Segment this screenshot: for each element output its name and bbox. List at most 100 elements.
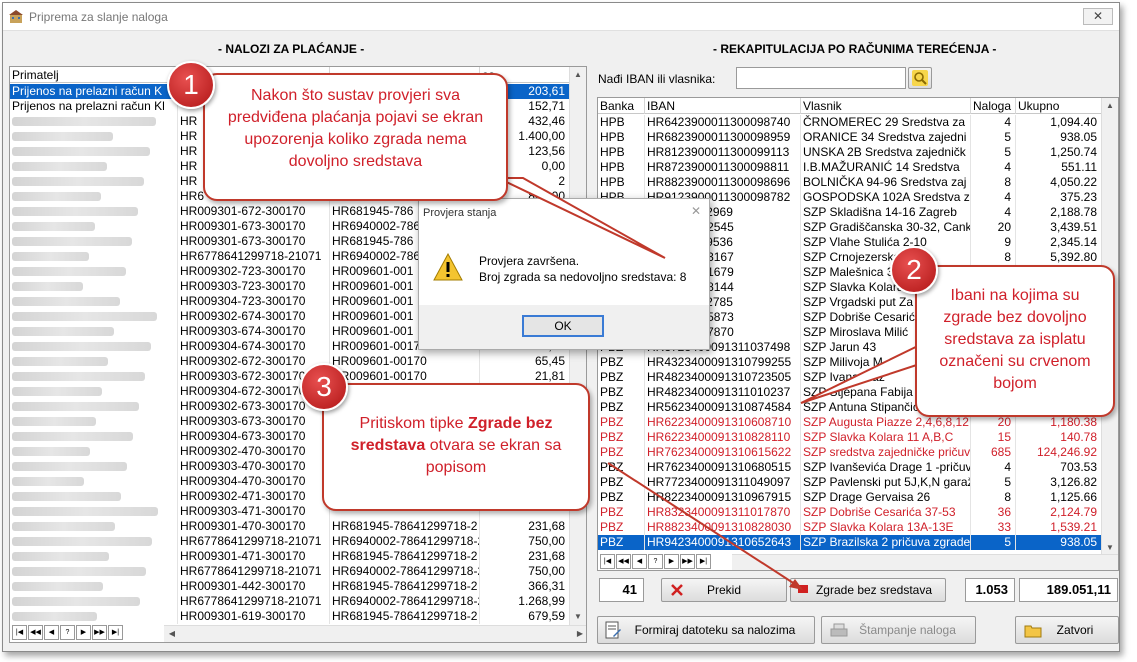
main-window: Priprema za slanje naloga ✕ - NALOZI ZA … <box>2 2 1120 652</box>
cell-iznos: 366,31 <box>480 579 570 594</box>
cell-iznos: 1.268,99 <box>480 594 570 609</box>
search-button[interactable] <box>908 67 932 89</box>
redacted-text <box>12 312 157 321</box>
nav-button[interactable]: ▶▶ <box>680 554 695 569</box>
scroll-left-icon[interactable]: ◀ <box>164 626 180 642</box>
table-row[interactable]: HR6778641299718-21071 HR6940002-786412997… <box>10 594 570 609</box>
cell-primatelj <box>10 204 178 219</box>
table-row[interactable]: PBZ HR8323400091311017870 SZP Dobriše Cesa… <box>598 505 1102 520</box>
redacted-text <box>12 462 127 471</box>
nav-button[interactable]: ? <box>648 554 663 569</box>
nav-button[interactable]: ▶ <box>664 554 679 569</box>
table-row[interactable]: HPB HR6423900011300098740 ČRNOMEREC 29 Sre… <box>598 115 1102 130</box>
zatvori-button[interactable]: Zatvori <box>1015 616 1119 644</box>
cell-naloga: 20 <box>971 415 1016 430</box>
scroll-right-icon[interactable]: ▶ <box>572 626 586 642</box>
cell-naloga: 5 <box>971 475 1016 490</box>
table-row[interactable]: PBZ HR7623400091310680515 SZP Ivanševića D… <box>598 460 1102 475</box>
dialog-line2: Broj zgrada sa nedovoljno sredstava: 8 <box>479 270 687 284</box>
col-ukupno[interactable]: Ukupno <box>1016 98 1102 114</box>
col-naloga[interactable]: Naloga <box>971 98 1016 114</box>
nav-button[interactable]: ▶| <box>108 625 123 640</box>
cell-primatelj <box>10 444 178 459</box>
nav-button[interactable]: ▶ <box>76 625 91 640</box>
prekid-button[interactable]: Prekid <box>661 578 787 602</box>
redacted-text <box>12 267 126 276</box>
redacted-text <box>12 177 144 186</box>
nav-button[interactable]: ? <box>60 625 75 640</box>
table-row[interactable]: PBZ HR7623400091310615622 SZP sredstva zaj… <box>598 445 1102 460</box>
cell-primatelj <box>10 549 178 564</box>
cell-ukupno: 1,180.38 <box>1016 415 1102 430</box>
table-row[interactable]: HPB HR8823900011300098696 BOLNIČKA 94-96 S… <box>598 175 1102 190</box>
table-row[interactable]: PBZ HR6223400091310828110 SZP Slavka Kolar… <box>598 430 1102 445</box>
dialog-close-icon[interactable]: ✕ <box>691 204 701 218</box>
ok-button[interactable]: OK <box>522 315 604 337</box>
nav-button[interactable]: ◀◀ <box>616 554 631 569</box>
nav-button[interactable]: ◀ <box>44 625 59 640</box>
table-row[interactable]: HR009302-672-300170 HR009601-00170 65,45 <box>10 354 570 369</box>
iban-search-input[interactable] <box>736 67 906 89</box>
cell-primatelj <box>10 609 178 624</box>
cell-iban: HR009601-00170 <box>330 369 480 384</box>
nav-button[interactable]: |◀ <box>600 554 615 569</box>
scroll-up-icon[interactable]: ▲ <box>570 67 586 83</box>
table-row[interactable]: HR6778641299718-21071 HR6940002-786412997… <box>10 534 570 549</box>
table-row[interactable]: HR6778641299718-21071 HR6940002-786412997… <box>10 564 570 579</box>
nav-button[interactable]: ◀◀ <box>28 625 43 640</box>
col-banka[interactable]: Banka <box>598 98 645 114</box>
cell-acc: HR009302-470-300170 <box>178 444 330 459</box>
scroll-up-icon[interactable]: ▲ <box>1102 98 1118 114</box>
accounts-horizontal-scrollbar[interactable] <box>732 554 1118 570</box>
zgrade-bez-sredstava-button[interactable]: Zgrade bez sredstava <box>790 578 946 602</box>
table-row[interactable]: PBZ HR6223400091310608710 SZP Augusta Piaz… <box>598 415 1102 430</box>
cell-acc: HR009303-723-300170 <box>178 279 330 294</box>
cell-vlasnik: SZP Gradiščanska 30-32, Cank <box>803 220 971 235</box>
cell-vlasnik: I.B.MAŽURANIĆ 14 Sredstva <box>801 160 971 175</box>
table-row[interactable]: PBZ HR8823400091310828030 SZP Slavka Kolar… <box>598 520 1102 535</box>
stampanje-button[interactable]: Štampanje naloga <box>821 616 976 644</box>
callout-2: Ibani na kojima su zgrade bez dovoljno s… <box>915 265 1115 417</box>
cell-acc: HR009304-674-300170 <box>178 339 330 354</box>
table-row[interactable]: HR009301-471-300170 HR681945-78641299718-… <box>10 549 570 564</box>
cell-naloga: 4 <box>971 190 1016 205</box>
scroll-down-icon[interactable]: ▼ <box>570 609 586 625</box>
cell-primatelj <box>10 114 178 129</box>
cell-primatelj <box>10 429 178 444</box>
table-row[interactable]: HPB HR8123900011300099113 UNSKA 2B Sredstv… <box>598 145 1102 160</box>
cell-iban: HR681945-78641299718-2 <box>330 609 480 624</box>
payments-horizontal-scrollbar[interactable]: ◀ ▶ <box>164 625 586 642</box>
cell-iban: HR8823400091310828030 <box>645 520 801 535</box>
col-vlasnik[interactable]: Vlasnik <box>801 98 971 114</box>
table-row[interactable]: HR009301-470-300170 HR681945-78641299718-… <box>10 519 570 534</box>
col-iban[interactable]: IBAN <box>645 98 801 114</box>
col-primatelj[interactable]: Primatelj <box>10 67 178 83</box>
nav-button[interactable]: |◀ <box>12 625 27 640</box>
cell-naloga: 33 <box>971 520 1016 535</box>
table-row[interactable]: HR009301-442-300170 HR681945-78641299718-… <box>10 579 570 594</box>
redacted-text <box>12 237 132 246</box>
formiraj-datoteku-button[interactable]: Formiraj datoteku sa nalozima <box>597 616 815 644</box>
table-row[interactable]: HPB HR6823900011300098959 ORANICE 34 Sreds… <box>598 130 1102 145</box>
cell-iznos: 679,59 <box>480 609 570 624</box>
redacted-text <box>12 387 102 396</box>
table-row[interactable]: HPB HR8723900011300098811 I.B.MAŽURANIĆ 14… <box>598 160 1102 175</box>
table-row[interactable]: HR009301-619-300170 HR681945-78641299718-… <box>10 609 570 624</box>
table-row[interactable]: PBZ HR9423400091310652643 SZP Brazilska 2 … <box>598 535 1102 550</box>
cell-acc: HR009303-470-300170 <box>178 459 330 474</box>
nav-button[interactable]: ◀ <box>632 554 647 569</box>
nav-button[interactable]: ▶▶ <box>92 625 107 640</box>
cell-primatelj <box>10 399 178 414</box>
cell-primatelj <box>10 324 178 339</box>
table-row[interactable]: PBZ HR8223400091310967915 SZP Drage Gervai… <box>598 490 1102 505</box>
close-window-button[interactable]: ✕ <box>1083 8 1113 25</box>
cell-banka: PBZ <box>598 520 645 535</box>
cell-vlasnik: SZP Augusta Piazze 2,4,6,8,12 <box>801 415 971 430</box>
cell-iznos: 21,81 <box>480 369 570 384</box>
cell-ukupno: 5,392.80 <box>1016 250 1102 265</box>
cancel-icon <box>671 584 683 596</box>
nav-button[interactable]: ▶| <box>696 554 711 569</box>
table-row[interactable]: HR009303-672-300170 HR009601-00170 21,81 <box>10 369 570 384</box>
table-row[interactable]: PBZ HR7723400091311049097 SZP Pavlenski pu… <box>598 475 1102 490</box>
redacted-text <box>12 507 158 516</box>
